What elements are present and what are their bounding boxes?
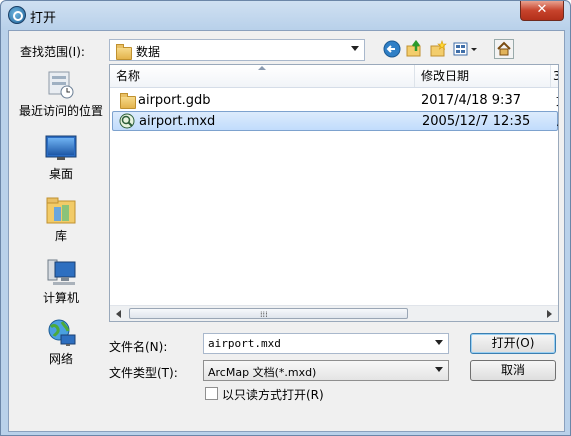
column-name-label: 名称 [116,69,141,83]
place-desktop[interactable]: 桌面 [14,133,108,182]
place-label: 库 [54,229,67,243]
close-button[interactable]: ✕ [520,1,564,21]
file-list[interactable]: 名称 修改日期 3 airport.gdb 2017/4/18 9:37 文 a… [109,64,559,322]
column-name[interactable]: 名称 [110,65,415,87]
lookin-combo[interactable]: 数据 [109,39,365,61]
filetype-label: 文件类型(T): [109,366,178,380]
places-bar: 最近访问的位置 桌面 库 计算机 网络 [14,64,108,366]
desktop-icon [45,133,77,163]
file-type: 文 [556,91,558,111]
recent-places-icon [45,70,77,100]
place-network[interactable]: 网络 [14,318,108,367]
lookin-label: 查找范围(I): [20,45,85,59]
title-bar[interactable]: 打开 ✕ [1,1,570,29]
file-name: airport.gdb [138,93,211,108]
back-arrow-icon [383,40,401,58]
horizontal-scrollbar[interactable]: ⁞⁞⁞ [110,305,558,321]
network-icon [45,318,77,348]
list-item[interactable]: airport.gdb 2017/4/18 9:37 文 [112,91,558,111]
open-dialog: 打开 ✕ 查找范围(I): 数据 最近访问的位置 桌面 库 计算机 网络 名称 … [0,0,571,436]
cancel-button[interactable]: 取消 [470,360,556,381]
computer-icon [45,257,77,287]
open-button[interactable]: 打开(O) [470,333,556,354]
column-date[interactable]: 修改日期 [415,65,551,87]
list-header: 名称 修改日期 3 [110,65,558,88]
filetype-value: ArcMap 文档(*.mxd) [208,366,317,379]
dialog-body: 查找范围(I): 数据 最近访问的位置 桌面 库 计算机 网络 名称 修改日期 … [8,30,565,432]
readonly-label[interactable]: 以只读方式打开(R) [222,386,324,403]
arcmap-app-icon [8,6,26,24]
column-type-label: 3 [553,69,558,83]
file-type: A [557,112,558,132]
scroll-right-icon[interactable] [547,310,552,318]
views-menu-button[interactable] [453,40,481,60]
chevron-down-icon [435,367,443,372]
file-date: 2017/4/18 9:37 [421,93,521,108]
column-date-label: 修改日期 [421,69,470,83]
file-name: airport.mxd [139,114,216,129]
folder-icon [120,93,136,109]
place-libraries[interactable]: 库 [14,195,108,244]
chevron-down-icon[interactable] [435,340,443,345]
scroll-thumb[interactable]: ⁞⁞⁞ [129,308,408,319]
home-icon [494,39,514,59]
libraries-icon [45,195,77,225]
arcmap-document-icon [119,113,135,129]
new-folder-icon [430,40,447,57]
readonly-checkbox[interactable] [205,387,218,400]
chevron-down-icon [351,46,359,51]
filename-input[interactable]: airport.mxd [203,333,449,354]
filetype-select[interactable]: ArcMap 文档(*.mxd) [203,360,449,381]
place-label: 网络 [48,352,73,366]
home-button[interactable] [494,39,516,59]
up-folder-button[interactable] [405,39,425,60]
column-type[interactable]: 3 [551,65,558,87]
place-computer[interactable]: 计算机 [14,257,108,306]
lookin-value: 数据 [136,45,161,59]
place-label: 桌面 [48,167,73,181]
views-icon [453,42,477,56]
scroll-left-icon[interactable] [116,310,121,318]
grip-icon: ⁞⁞⁞ [260,310,268,319]
sort-ascending-icon [258,66,266,70]
filename-label: 文件名(N): [109,340,168,354]
up-folder-icon [406,39,421,57]
filename-value: airport.mxd [208,337,281,350]
folder-icon [116,44,132,60]
place-label: 计算机 [42,291,79,305]
back-button[interactable] [383,40,403,60]
window-title: 打开 [30,11,57,26]
place-label: 最近访问的位置 [18,104,103,118]
place-recent[interactable]: 最近访问的位置 [14,70,108,119]
list-item-selected[interactable]: airport.mxd 2005/12/7 12:35 A [112,111,558,131]
new-folder-button[interactable] [429,40,449,60]
file-date: 2005/12/7 12:35 [422,114,531,129]
